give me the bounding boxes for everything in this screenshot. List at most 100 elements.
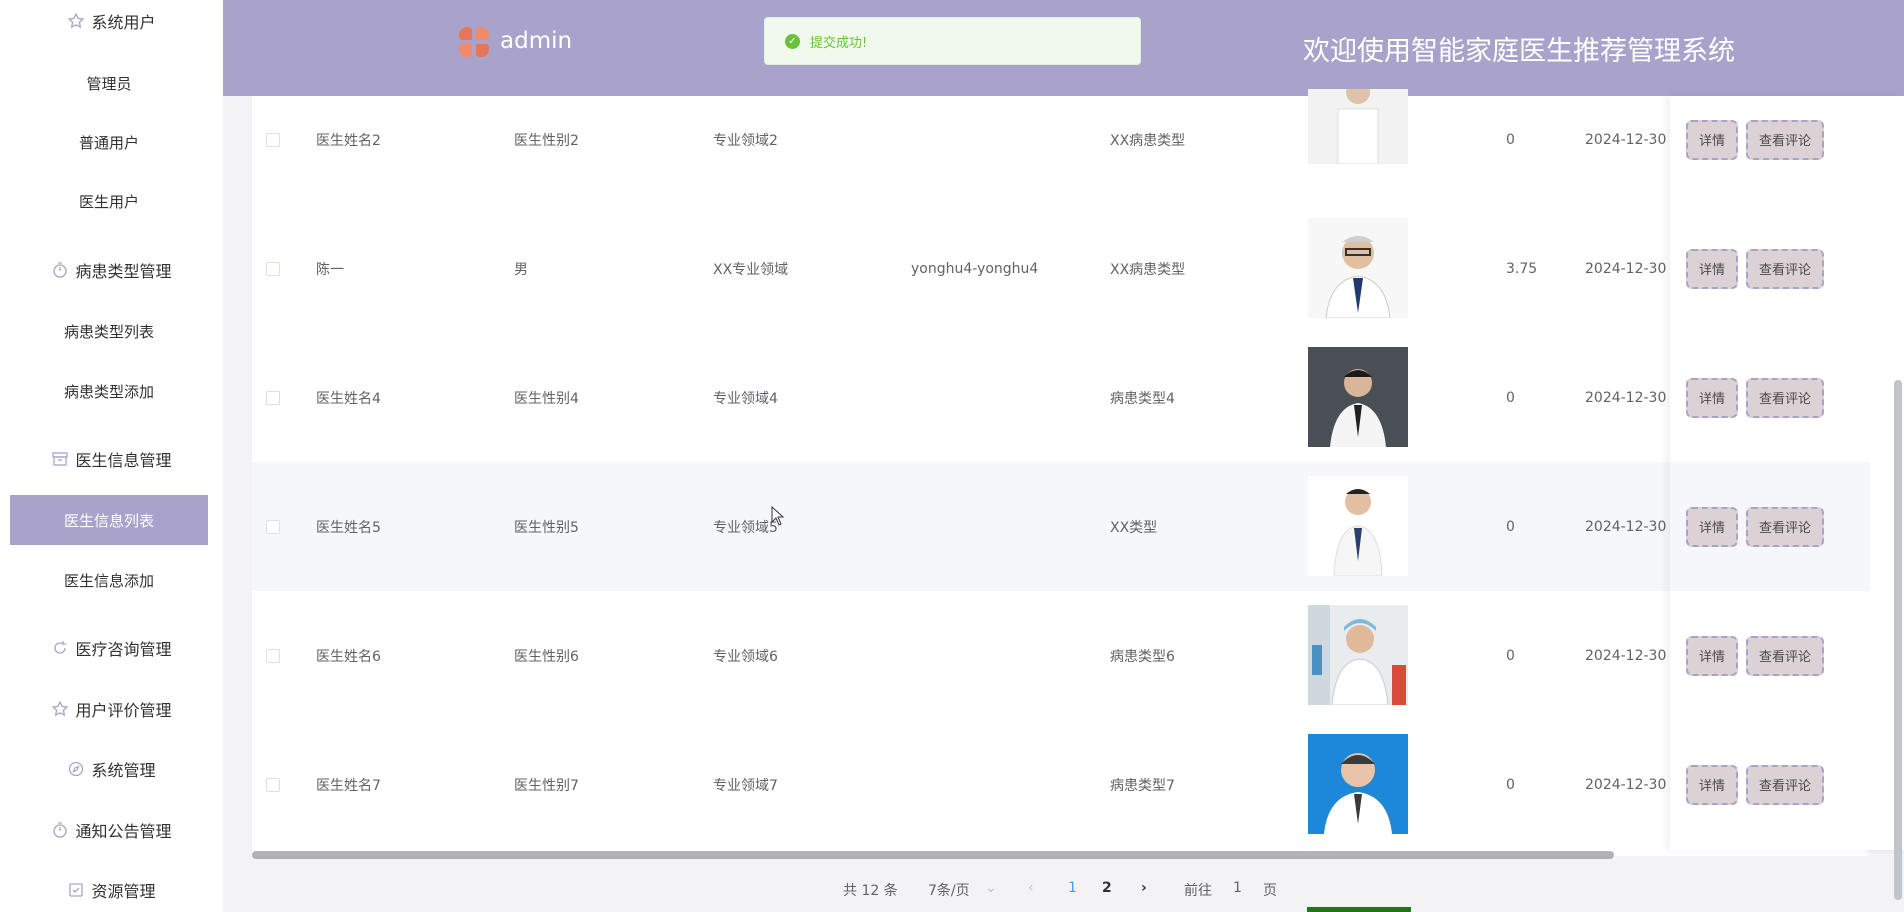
row-checkbox[interactable] — [266, 390, 280, 405]
action-column: 详情 查看评论 详情 查看评论 详情 查看评论 详情 查看评论 详情 查看评论 … — [1670, 96, 1904, 850]
page-suffix: 页 — [1263, 883, 1277, 899]
cell-gender: 医生性别5 — [514, 519, 579, 536]
table-row[interactable]: 医生姓名5 医生性别5 专业领域5 XX类型 0 2024-12-30 1 — [252, 462, 1868, 591]
page-size-select[interactable]: 7条/页 — [928, 880, 970, 900]
sidebar-item-label: 医生用户 — [78, 192, 139, 211]
row-checkbox[interactable] — [266, 132, 280, 147]
menu-label: 医生信息管理 — [75, 451, 172, 470]
menu-label: 系统管理 — [91, 761, 156, 780]
row-checkbox[interactable] — [266, 261, 280, 276]
sidebar: 系统用户 管理员 普通用户 医生用户 病患类型管理 病患类型列表 病患类型添加 … — [0, 0, 223, 912]
page-1[interactable]: 1 — [1068, 880, 1077, 896]
next-page-icon[interactable]: › — [1141, 880, 1147, 896]
sidebar-item-doctor-add[interactable]: 医生信息添加 — [10, 555, 208, 605]
toast-message: 提交成功! — [810, 35, 868, 51]
sidebar-item-admin[interactable]: 管理员 — [10, 58, 208, 108]
menu-resources[interactable]: 资源管理 — [0, 874, 223, 906]
sidebar-item-disease-list[interactable]: 病患类型列表 — [10, 306, 208, 356]
action-cell: 详情 查看评论 — [1670, 462, 1870, 591]
menu-doctor-info[interactable]: 医生信息管理 — [0, 443, 223, 475]
cell-score: 0 — [1506, 647, 1515, 664]
star-icon — [51, 700, 69, 718]
menu-reviews[interactable]: 用户评价管理 — [0, 693, 223, 725]
sidebar-item-label: 病患类型列表 — [63, 322, 154, 341]
cell-field: 专业领域4 — [713, 390, 778, 407]
page-2[interactable]: 2 — [1102, 880, 1112, 896]
view-reviews-button[interactable]: 查看评论 — [1746, 248, 1824, 289]
menu-label: 系统用户 — [91, 13, 156, 32]
detail-button[interactable]: 详情 — [1686, 506, 1738, 547]
table-row[interactable]: 医生姓名6 医生性别6 专业领域6 病患类型6 0 2024-12-30 1 — [252, 591, 1868, 720]
row-checkbox[interactable] — [266, 777, 280, 792]
view-reviews-button[interactable]: 查看评论 — [1746, 377, 1824, 418]
view-reviews-button[interactable]: 查看评论 — [1746, 764, 1824, 805]
goto-input[interactable]: 1 — [1233, 880, 1242, 896]
sidebar-item-label: 医生信息添加 — [63, 571, 154, 590]
box-icon — [51, 450, 69, 468]
table-row[interactable]: 医生姓名4 医生性别4 专业领域4 病患类型4 0 2024-12-30 1 — [252, 333, 1868, 462]
chevron-down-icon[interactable]: ⌄ — [985, 880, 997, 896]
cell-name: 医生姓名6 — [316, 648, 381, 665]
doctor-table: 医生姓名2 医生性别2 专业领域2 XX病患类型 0 2024-12-30 1 … — [252, 89, 1868, 856]
sidebar-item-label: 管理员 — [86, 74, 132, 93]
cell-name: 医生姓名2 — [316, 132, 381, 149]
cell-date: 2024-12-30 1 — [1585, 518, 1680, 535]
detail-button[interactable]: 详情 — [1686, 248, 1738, 289]
cell-field: 专业领域6 — [713, 648, 778, 665]
cell-gender: 医生性别2 — [514, 132, 579, 149]
sidebar-item-doctor-users[interactable]: 医生用户 — [10, 176, 208, 226]
vertical-scrollbar[interactable] — [1894, 380, 1902, 900]
sidebar-item-disease-add[interactable]: 病患类型添加 — [10, 366, 208, 416]
detail-button[interactable]: 详情 — [1686, 764, 1738, 805]
table-row[interactable]: 陈一 男 XX专业领域 yonghu4-yonghu4 XX病患类型 3.75 … — [252, 204, 1868, 333]
table-row[interactable]: 医生姓名7 医生性别7 专业领域7 病患类型7 0 2024-12-30 1 — [252, 720, 1868, 849]
success-toast: ✓ 提交成功! — [764, 17, 1141, 65]
sidebar-item-label: 医生信息列表 — [63, 511, 154, 530]
horizontal-scrollbar[interactable] — [252, 851, 1614, 859]
row-checkbox[interactable] — [266, 648, 280, 663]
timer-icon — [51, 821, 69, 839]
menu-system[interactable]: 系统管理 — [0, 753, 223, 785]
row-checkbox[interactable] — [266, 519, 280, 534]
menu-label: 用户评价管理 — [75, 701, 172, 720]
detail-button[interactable]: 详情 — [1686, 377, 1738, 418]
pagination-total: 共 12 条 — [843, 883, 898, 899]
detail-button[interactable]: 详情 — [1686, 635, 1738, 676]
action-cell: 详情 查看评论 — [1670, 75, 1870, 204]
menu-system-users[interactable]: 系统用户 — [0, 5, 223, 37]
cell-date: 2024-12-30 1 — [1585, 776, 1680, 793]
star-icon — [67, 12, 85, 30]
cell-date: 2024-12-30 1 — [1585, 131, 1680, 148]
sidebar-item-doctor-list[interactable]: 医生信息列表 — [10, 495, 208, 545]
menu-label: 医疗咨询管理 — [75, 640, 172, 659]
doctor-photo — [1308, 89, 1408, 164]
menu-disease-type[interactable]: 病患类型管理 — [0, 254, 223, 286]
doctor-photo — [1308, 476, 1408, 576]
view-reviews-button[interactable]: 查看评论 — [1746, 119, 1824, 160]
cell-score: 0 — [1506, 518, 1515, 535]
view-reviews-button[interactable]: 查看评论 — [1746, 506, 1824, 547]
cell-name: 陈一 — [316, 261, 344, 278]
cell-name: 医生姓名4 — [316, 390, 381, 407]
sidebar-item-normal-users[interactable]: 普通用户 — [10, 117, 208, 167]
menu-consult[interactable]: 医疗咨询管理 — [0, 632, 223, 664]
cell-date: 2024-12-30 1 — [1585, 647, 1680, 664]
prev-page-icon[interactable]: ‹ — [1028, 880, 1034, 896]
menu-label: 通知公告管理 — [75, 822, 172, 841]
menu-notice[interactable]: 通知公告管理 — [0, 814, 223, 846]
cell-type: XX病患类型 — [1110, 261, 1186, 278]
action-cell: 详情 查看评论 — [1670, 591, 1870, 720]
table-row[interactable]: 医生姓名2 医生性别2 专业领域2 XX病患类型 0 2024-12-30 1 — [252, 75, 1868, 204]
cell-gender: 医生性别6 — [514, 648, 579, 665]
detail-button[interactable]: 详情 — [1686, 119, 1738, 160]
view-reviews-button[interactable]: 查看评论 — [1746, 635, 1824, 676]
cell-type: 病患类型6 — [1110, 648, 1175, 665]
cell-score: 0 — [1506, 131, 1515, 148]
compass-icon — [67, 760, 85, 778]
cursor-icon — [771, 506, 785, 526]
action-cell: 详情 查看评论 — [1670, 204, 1870, 333]
floating-tab — [1307, 907, 1411, 912]
action-cell: 详情 查看评论 — [1670, 720, 1870, 849]
cell-gender: 医生性别4 — [514, 390, 579, 407]
goto-label: 前往 — [1184, 883, 1212, 899]
